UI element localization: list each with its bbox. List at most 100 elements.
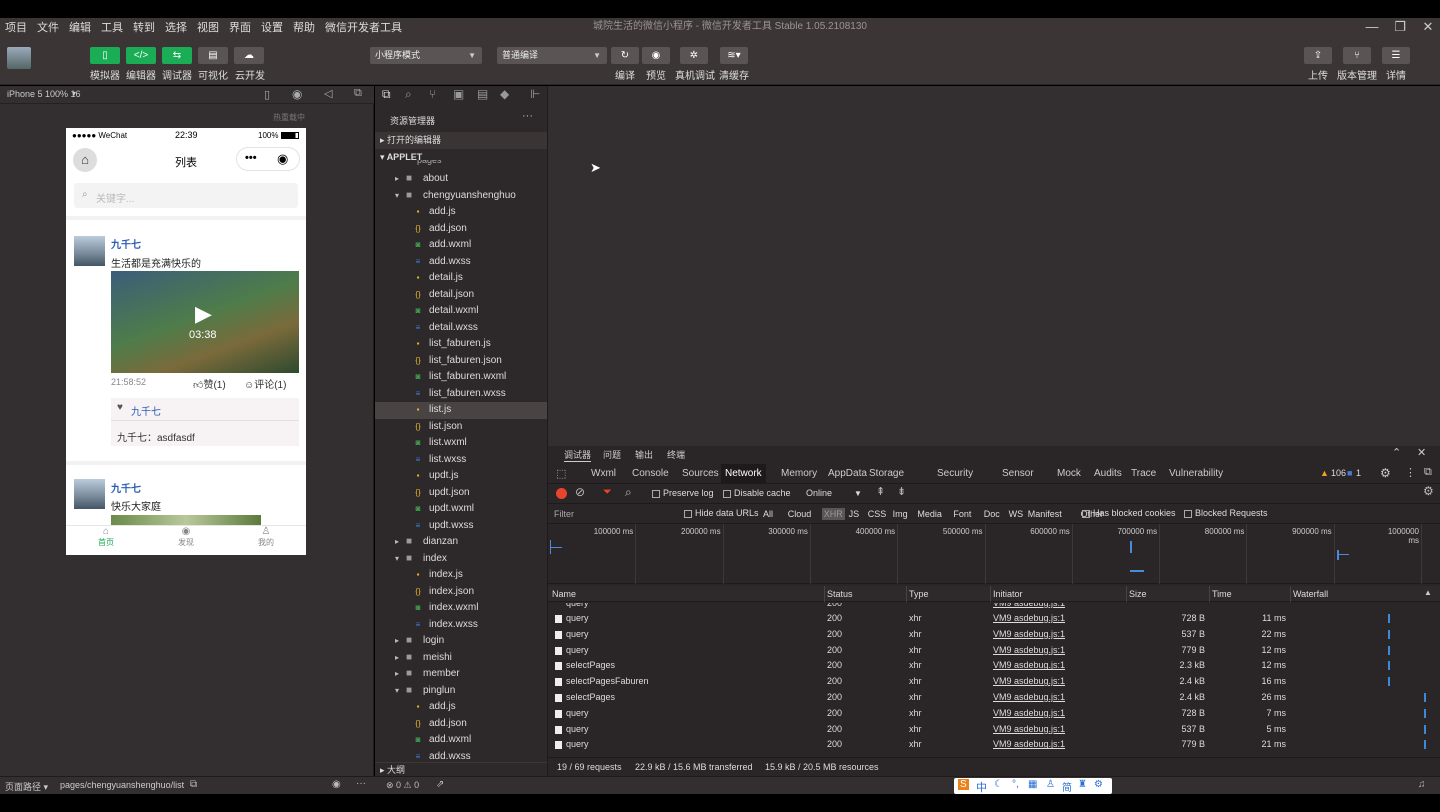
search-icon[interactable]: ⌕ [625, 485, 632, 500]
close-icon[interactable]: ✕ [1417, 446, 1426, 459]
moon-icon[interactable]: ☾ [994, 779, 1003, 790]
column-header-type[interactable]: Type [909, 589, 929, 599]
table-row[interactable]: query 200 xhr VM9 asdebug.js:1 728 B 11 ms [548, 611, 1428, 627]
gear-icon[interactable]: ⚙ [1380, 466, 1391, 480]
more-icon[interactable]: ··· [522, 110, 533, 122]
tab-sensor[interactable]: Sensor [998, 464, 1038, 483]
maximize-button[interactable]: ❐ [1386, 18, 1414, 35]
network-overview[interactable]: 100000 ms 200000 ms 300000 ms 400000 ms 5000… [548, 524, 1440, 584]
tab-discover[interactable]: ◉ 发现 [146, 526, 226, 548]
tab-trace[interactable]: Trace [1127, 464, 1160, 483]
user-icon[interactable]: ♙ [1046, 779, 1055, 790]
row-initiator[interactable]: VM9 asdebug.js:1 [993, 629, 1065, 639]
clear-icon[interactable]: ⊘ [575, 485, 585, 499]
menu-item[interactable]: 设置 [256, 19, 288, 35]
file-item[interactable]: ≡ list_faburen.wxss [375, 386, 547, 403]
file-item[interactable]: ▪ list_faburen.js [375, 336, 547, 353]
filter-icon[interactable]: ⏷ [603, 486, 612, 499]
keyboard-icon[interactable]: ▦ [1028, 779, 1037, 790]
tab-home[interactable]: ⌂ 首页 [66, 526, 146, 548]
eye-icon[interactable]: ◉ [642, 47, 670, 64]
tab-console[interactable]: Console [628, 464, 673, 483]
upload-icon[interactable]: ⇪ [1304, 47, 1332, 64]
popout-icon[interactable]: ⧉ [354, 87, 362, 100]
device-select[interactable]: iPhone 5 100% 16 [7, 89, 81, 99]
file-item[interactable]: {} add.json [375, 221, 547, 238]
menu-item[interactable]: 项目 [0, 19, 32, 35]
filter-type-font[interactable]: Font [951, 508, 973, 520]
table-row[interactable]: query 200 xhr VM9 asdebug.js:1 779 B 21 ms [548, 737, 1428, 753]
compile-button[interactable]: 编译 [610, 67, 640, 82]
more-vertical-icon[interactable]: ⋮ [1405, 466, 1416, 479]
filter-type-js[interactable]: JS [847, 508, 862, 520]
simplified-icon[interactable]: 简 [1062, 779, 1072, 794]
folder-item[interactable]: ▸ ■ login [375, 633, 547, 650]
tab-debugger[interactable]: 调试器 [564, 448, 592, 462]
filter-type-ws[interactable]: WS [1007, 508, 1026, 520]
punct-icon[interactable]: °, [1012, 779, 1019, 790]
tab-appdata[interactable]: AppData [824, 464, 871, 483]
file-item[interactable]: {} updt.json [375, 485, 547, 502]
row-initiator[interactable]: VM9 asdebug.js:1 [993, 739, 1065, 749]
visual-button[interactable]: 可视化 [194, 67, 232, 82]
chevron-up-icon[interactable]: ⌃ [1392, 446, 1401, 459]
filter-type-manifest[interactable]: Manifest [1026, 508, 1064, 520]
filter-type-xhr[interactable]: XHR [821, 508, 845, 520]
tab-memory[interactable]: Memory [777, 464, 821, 483]
file-item[interactable]: ≡ updt.wxss [375, 518, 547, 535]
liker-name[interactable]: 九千七 [131, 403, 161, 418]
branch-icon[interactable]: ⑂ [1343, 47, 1371, 64]
root-header[interactable]: ▾ APPLET [375, 149, 547, 165]
warning-count[interactable]: 106 [1331, 468, 1346, 478]
file-item[interactable]: ◙ list_faburen.wxml [375, 369, 547, 386]
table-row[interactable]: selectPagesFaburen 200 xhr VM9 asdebug.js:1… [548, 674, 1428, 690]
split-icon[interactable]: ⊩ [530, 87, 540, 101]
tab-problems[interactable]: 问题 [603, 448, 621, 461]
menu-item[interactable]: 工具 [96, 19, 128, 35]
details-button[interactable]: 详情 [1381, 67, 1411, 82]
column-header-name[interactable]: Name [552, 589, 576, 599]
blocked-requests-checkbox[interactable]: Blocked Requests [1184, 508, 1268, 518]
sort-asc-icon[interactable]: ▲ [1424, 588, 1432, 597]
phone-icon[interactable]: ▯ [90, 47, 120, 64]
import-icon[interactable]: ⇞ [876, 485, 885, 498]
file-item[interactable]: ≡ list.wxss [375, 452, 547, 469]
editor-button[interactable]: 编辑器 [122, 67, 160, 82]
column-header-waterfall[interactable]: Waterfall [1293, 589, 1328, 599]
avatar[interactable] [7, 47, 31, 69]
cloud-dev-button[interactable]: 云开发 [230, 67, 270, 82]
docker-icon[interactable]: ◆ [500, 87, 509, 101]
file-item[interactable]: {} add.json [375, 716, 547, 733]
cloud-icon[interactable]: ☁ [234, 47, 264, 64]
table-row[interactable]: query 200 xhr VM9 asdebug.js:1 537 B 22 ms [548, 627, 1428, 643]
post-image[interactable] [111, 515, 261, 525]
column-header-time[interactable]: Time [1212, 589, 1232, 599]
clear-cache-button[interactable]: 清缓存 [717, 67, 751, 82]
tab-network[interactable]: Network [721, 464, 766, 483]
outline-header[interactable]: ▸ 大纲 [375, 762, 547, 776]
menu-item[interactable]: 转到 [128, 19, 160, 35]
upload-button[interactable]: 上传 [1303, 67, 1333, 82]
error-count[interactable]: 1 [1356, 468, 1361, 478]
volume-icon[interactable]: ◁ [324, 87, 332, 100]
file-item[interactable]: ◙ updt.wxml [375, 501, 547, 518]
folder-item[interactable]: ▸ ■ about [375, 171, 547, 188]
files-icon[interactable]: ⧉ [382, 87, 391, 102]
sogou-icon[interactable]: S [958, 779, 969, 790]
editor-area[interactable]: ➤ [548, 86, 1440, 446]
file-item[interactable]: {} list_faburen.json [375, 353, 547, 370]
column-header-status[interactable]: Status [827, 589, 853, 599]
folder-item[interactable]: ▾ ■ chengyuanshenghuo [375, 188, 547, 205]
row-initiator[interactable]: VM9 asdebug.js:1 [993, 724, 1065, 734]
open-editors-header[interactable]: ▸ 打开的编辑器 [375, 132, 547, 149]
file-item[interactable]: ▪ add.js [375, 204, 547, 221]
file-item[interactable]: {} detail.json [375, 287, 547, 304]
more-icon[interactable]: ··· [356, 778, 366, 789]
folder-item[interactable]: ▸ ■ dianzan [375, 534, 547, 551]
preview-button[interactable]: 预览 [641, 67, 671, 82]
ime-mode[interactable]: 中 [976, 779, 987, 795]
post-author[interactable]: 九千七 [111, 236, 141, 251]
inspect-icon[interactable]: ⬚ [556, 467, 566, 480]
file-item[interactable]: ◙ add.wxml [375, 732, 547, 749]
tab-output[interactable]: 输出 [635, 448, 653, 461]
